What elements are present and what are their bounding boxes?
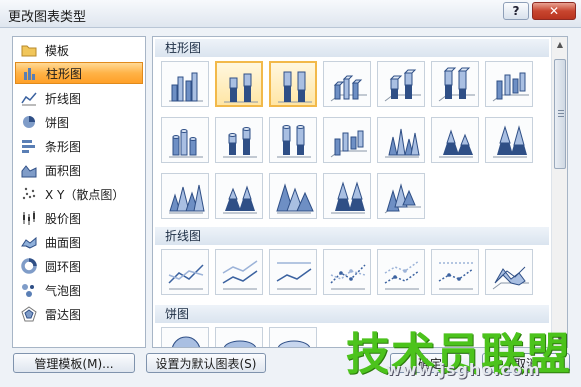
scroll-thumb[interactable]: [554, 59, 566, 169]
chart-type-line[interactable]: [161, 249, 209, 295]
sidebar-item-label: 饼图: [45, 115, 70, 130]
folder-icon: [21, 42, 37, 58]
chart-type-pie[interactable]: [161, 327, 209, 347]
sidebar-item-scatter[interactable]: X Y（散点图）: [15, 183, 143, 205]
scatter-chart-icon: [21, 186, 37, 202]
sidebar-item-stock[interactable]: 股价图: [15, 207, 143, 229]
chart-type-100-stacked-column[interactable]: [269, 61, 317, 107]
watermark: 技术员联盟 www.jsgho.com: [346, 318, 576, 382]
grip-line: [558, 113, 564, 114]
sidebar-item-surface[interactable]: 曲面图: [15, 231, 143, 253]
doughnut-chart-icon: [21, 258, 37, 274]
bubble-chart-icon: [21, 282, 37, 298]
bar-chart-icon: [21, 138, 37, 154]
chart-type-3d-line[interactable]: [485, 249, 533, 295]
sidebar-item-label: 柱形图: [46, 66, 83, 81]
manage-templates-button[interactable]: 管理模板(M)...: [13, 353, 135, 373]
chart-type-100-stacked-line-markers[interactable]: [431, 249, 479, 295]
chart-type-3d-pyramid[interactable]: [323, 173, 371, 219]
sidebar-item-pie[interactable]: 饼图: [15, 111, 143, 133]
area-chart-icon: [21, 162, 37, 178]
sidebar-item-label: X Y（散点图）: [45, 187, 125, 202]
sidebar-item-templates[interactable]: 模板: [15, 39, 143, 61]
chart-type-stacked-cone[interactable]: [431, 117, 479, 163]
help-icon: ?: [512, 4, 520, 18]
chart-type-clustered-cone[interactable]: [377, 117, 425, 163]
chart-type-3d-clustered-column[interactable]: [323, 61, 371, 107]
grip-line: [558, 110, 564, 111]
sidebar-item-area[interactable]: 面积图: [15, 159, 143, 181]
chart-type-3d-stacked-column[interactable]: [377, 61, 425, 107]
sidebar-item-label: 股价图: [45, 211, 82, 226]
dialog-title: 更改图表类型: [8, 10, 87, 25]
sidebar-item-label: 曲面图: [45, 235, 82, 250]
sidebar-item-radar[interactable]: 雷达图: [15, 303, 143, 325]
scroll-up-icon[interactable]: ▲: [552, 37, 567, 53]
chart-type-stacked-pyramid[interactable]: [215, 173, 263, 219]
chart-type-pie-of-pie[interactable]: [269, 327, 317, 347]
chart-category-list: 模板 柱形图 折线图 饼图 条形图 面积图 X Y（散点图） 股价图 曲面图 圆…: [12, 36, 146, 348]
pie-chart-icon: [21, 114, 37, 130]
grip-line: [558, 116, 564, 117]
stock-chart-icon: [21, 210, 37, 226]
close-button[interactable]: ✕: [532, 2, 576, 20]
sidebar-item-column[interactable]: 柱形图: [15, 62, 143, 84]
sidebar-item-label: 气泡图: [45, 283, 82, 298]
sidebar-item-label: 圆环图: [45, 259, 82, 274]
chart-type-clustered-cylinder[interactable]: [161, 117, 209, 163]
sidebar-item-label: 条形图: [45, 139, 82, 154]
chart-type-3d-100-stacked-column[interactable]: [431, 61, 479, 107]
chart-type-100-stacked-cylinder[interactable]: [269, 117, 317, 163]
chart-type-stacked-line[interactable]: [215, 249, 263, 295]
surface-chart-icon: [21, 234, 37, 250]
title-bar: 更改图表类型 ? ✕: [0, 0, 581, 28]
chart-type-3d-cylinder[interactable]: [323, 117, 371, 163]
sidebar-item-bar[interactable]: 条形图: [15, 135, 143, 157]
chart-gallery: 柱形图 折线图 饼图 ▲ ▼: [152, 36, 568, 348]
sidebar-item-label: 模板: [45, 43, 70, 58]
chart-type-3d-pyramid-alt[interactable]: [377, 173, 425, 219]
set-default-chart-button[interactable]: 设置为默认图表(S): [146, 353, 266, 373]
sidebar-item-label: 雷达图: [45, 307, 82, 322]
close-icon: ✕: [548, 4, 560, 18]
gallery-scrollbar[interactable]: ▲ ▼: [551, 37, 567, 347]
sidebar-item-doughnut[interactable]: 圆环图: [15, 255, 143, 277]
chart-type-stacked-column[interactable]: [215, 61, 263, 107]
chart-type-stacked-cylinder[interactable]: [215, 117, 263, 163]
watermark-url: www.jsgho.com: [386, 360, 541, 379]
chart-type-3d-column[interactable]: [485, 61, 533, 107]
chart-type-stacked-line-markers[interactable]: [377, 249, 425, 295]
chart-type-clustered-pyramid[interactable]: [161, 173, 209, 219]
chart-type-3d-pie[interactable]: [215, 327, 263, 347]
sidebar-item-line[interactable]: 折线图: [15, 87, 143, 109]
chart-type-100-stacked-pyramid[interactable]: [269, 173, 317, 219]
sidebar-item-bubble[interactable]: 气泡图: [15, 279, 143, 301]
sidebar-item-label: 折线图: [45, 91, 82, 106]
column-chart-icon: [22, 65, 38, 81]
help-button[interactable]: ?: [503, 2, 529, 20]
chart-type-100-stacked-line[interactable]: [269, 249, 317, 295]
line-chart-icon: [21, 90, 37, 106]
chart-type-line-markers[interactable]: [323, 249, 371, 295]
section-header-line: 折线图: [155, 227, 549, 245]
sidebar-item-label: 面积图: [45, 163, 82, 178]
radar-chart-icon: [21, 306, 37, 322]
chart-type-100-stacked-cone[interactable]: [485, 117, 533, 163]
section-header-column: 柱形图: [155, 39, 549, 57]
chart-type-clustered-column[interactable]: [161, 61, 209, 107]
